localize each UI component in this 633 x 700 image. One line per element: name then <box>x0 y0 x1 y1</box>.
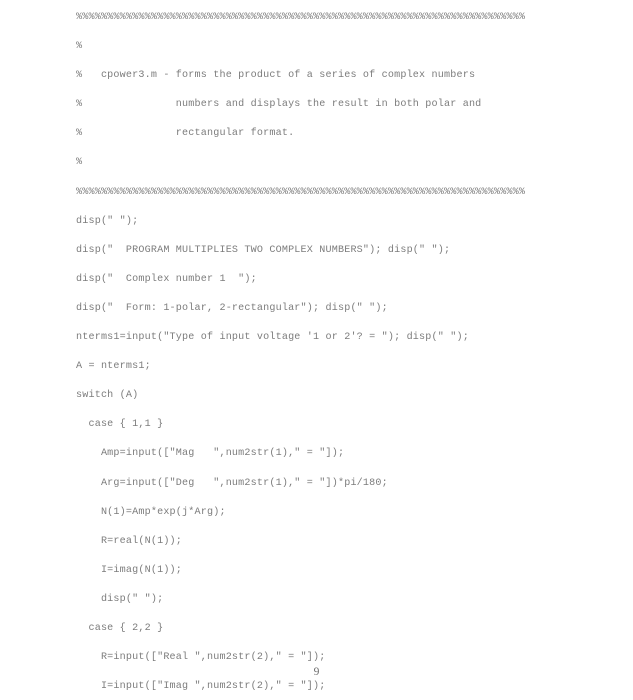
code-line: switch (A) <box>76 390 139 402</box>
code-line: disp(" Form: 1-polar, 2-rectangular"); d… <box>76 302 388 314</box>
code-line: N(1)=Amp*exp(j*Arg); <box>76 506 226 518</box>
code-line: %%%%%%%%%%%%%%%%%%%%%%%%%%%%%%%%%%%%%%%%… <box>76 12 526 23</box>
code-line: R=real(N(1)); <box>76 535 183 547</box>
page-number: 9 <box>313 666 320 678</box>
code-line: disp(" PROGRAM MULTIPLIES TWO COMPLEX NU… <box>76 244 451 256</box>
code-line: nterms1=input("Type of input voltage '1 … <box>76 332 469 344</box>
code-line: disp(" "); <box>76 215 139 227</box>
code-line: R=input(["Real ",num2str(2)," = "]); <box>76 652 326 664</box>
code-line: disp(" Complex number 1 "); <box>76 273 257 285</box>
code-listing: %%%%%%%%%%%%%%%%%%%%%%%%%%%%%%%%%%%%%%%%… <box>76 11 596 700</box>
code-line: %%%%%%%%%%%%%%%%%%%%%%%%%%%%%%%%%%%%%%%%… <box>76 186 526 198</box>
code-line: % <box>76 41 83 53</box>
code-line: % cpower3.m - forms the product of a ser… <box>76 70 476 82</box>
code-line: A = nterms1; <box>76 361 151 373</box>
code-line: case { 2,2 } <box>76 622 164 634</box>
code-line: % rectangular format. <box>76 128 295 140</box>
code-line: I=input(["Imag ",num2str(2)," = "]); <box>76 681 326 693</box>
document-page: %%%%%%%%%%%%%%%%%%%%%%%%%%%%%%%%%%%%%%%%… <box>0 0 633 700</box>
code-line: I=imag(N(1)); <box>76 564 183 576</box>
code-line: case { 1,1 } <box>76 419 164 431</box>
code-line: % <box>76 157 83 169</box>
code-line: Arg=input(["Deg ",num2str(1)," = "])*pi/… <box>76 477 388 489</box>
code-line: Amp=input(["Mag ",num2str(1)," = "]); <box>76 448 345 460</box>
code-line: disp(" "); <box>76 593 164 605</box>
code-line: % numbers and displays the result in bot… <box>76 99 482 111</box>
